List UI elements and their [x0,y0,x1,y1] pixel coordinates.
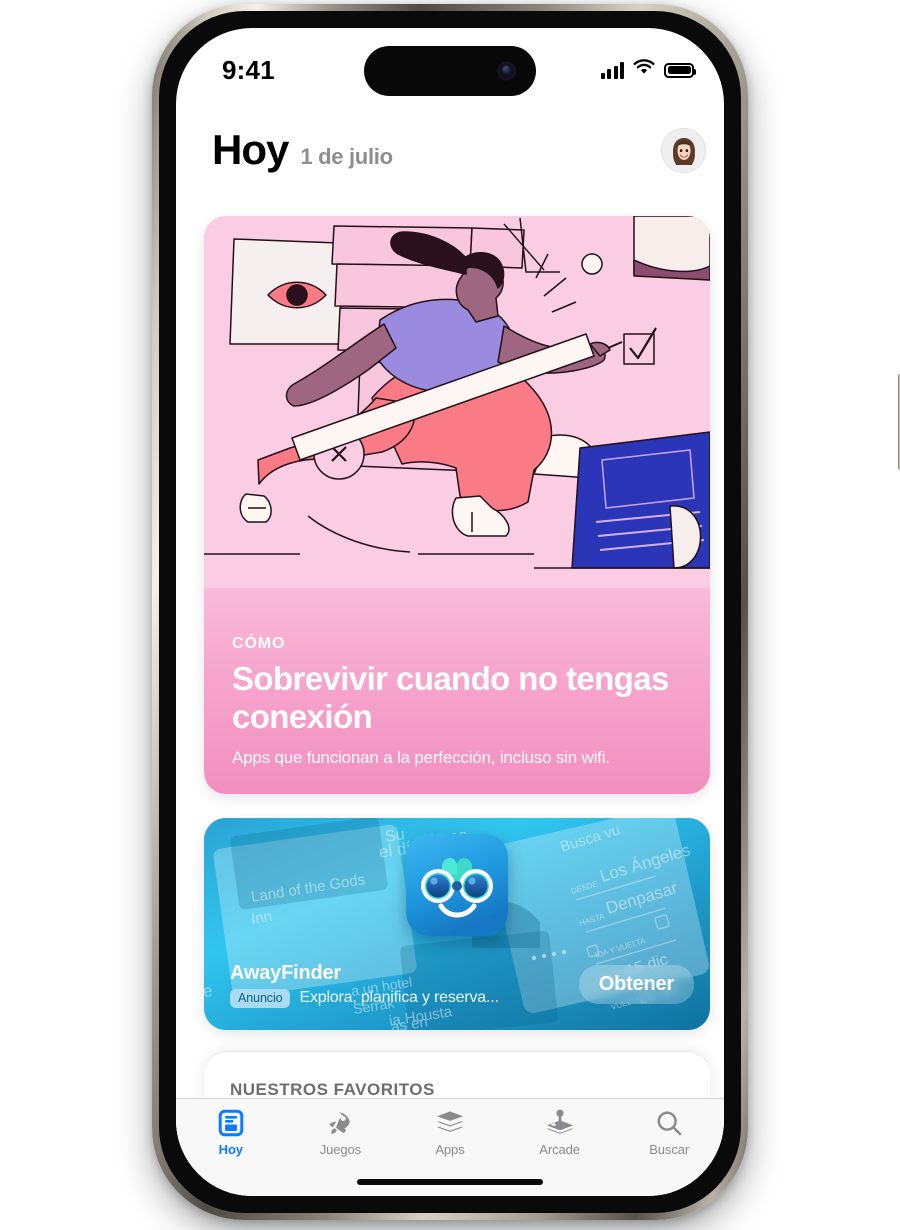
phone-bezel: 9:41 Hoy 1 de julio CÓMO Sobrevivir cuan… [159,11,741,1213]
advertisement-card[interactable]: Land of the Gods Inn o lar che Serrak a … [204,818,710,1030]
avatar[interactable] [661,127,706,173]
status-bar-time: 9:41 [222,55,275,85]
tab-label-hoy: Hoy [218,1142,243,1157]
wifi-icon [633,59,655,81]
page-date: 1 de julio [300,144,393,169]
dynamic-island [364,46,536,96]
cellular-signal-icon [600,61,624,79]
ad-description-row: Anuncio Explora, planifica y reserva... [230,988,579,1008]
front-camera-icon [497,61,516,81]
feature-story-card[interactable]: CÓMO Sobrevivir cuando no tengas conexió… [204,216,710,794]
app-icon[interactable] [406,834,508,936]
feature-artwork [204,216,710,588]
joystick-icon [545,1108,575,1138]
ad-badge: Anuncio [230,988,291,1008]
rocket-icon [326,1108,354,1138]
status-bar-icons [600,53,696,81]
home-indicator[interactable] [357,1179,543,1185]
search-icon [655,1108,683,1138]
header-title-group: Hoy 1 de julio [212,129,393,171]
tab-hoy[interactable]: Hoy [176,1108,286,1157]
feature-eyebrow: CÓMO [232,634,286,652]
ad-app-name: AwayFinder [230,961,341,984]
tab-buscar[interactable]: Buscar [614,1108,724,1157]
tab-label-arcade: Arcade [539,1142,580,1157]
ad-info: AwayFinder Anuncio Explora, planifica y … [230,961,579,1008]
page-title: Hoy [212,126,289,173]
app-header: Hoy 1 de julio [176,106,724,194]
tab-label-buscar: Buscar [649,1142,690,1157]
svg-text:Inn: Inn [250,908,273,928]
tab-label-juegos: Juegos [319,1142,362,1157]
tab-arcade[interactable]: Arcade [505,1108,615,1157]
today-card-icon [218,1108,244,1138]
stacked-layers-icon [435,1108,465,1138]
favorites-section-title: NUESTROS FAVORITOS [230,1080,435,1099]
feature-subtitle: Apps que funcionan a la perfección, incl… [232,748,610,767]
content-scroll-area[interactable]: CÓMO Sobrevivir cuando no tengas conexió… [176,194,724,1196]
feature-title: Sobrevivir cuando no tengas conexión [232,659,669,736]
ad-footer: AwayFinder Anuncio Explora, planifica y … [204,946,710,1030]
get-button[interactable]: Obtener [578,964,694,1004]
tab-juegos[interactable]: Juegos [286,1108,396,1157]
tab-label-apps: Apps [435,1142,465,1157]
phone-device-frame: 9:41 Hoy 1 de julio CÓMO Sobrevivir cuan… [152,4,900,1220]
tab-apps[interactable]: Apps [395,1108,505,1157]
battery-icon [664,62,696,78]
feature-text-block: CÓMO Sobrevivir cuando no tengas conexió… [204,635,710,794]
ad-description: Explora, planifica y reserva... [299,989,499,1006]
phone-screen: 9:41 Hoy 1 de julio CÓMO Sobrevivir cuan… [176,28,724,1196]
memoji-avatar-icon [672,138,695,165]
